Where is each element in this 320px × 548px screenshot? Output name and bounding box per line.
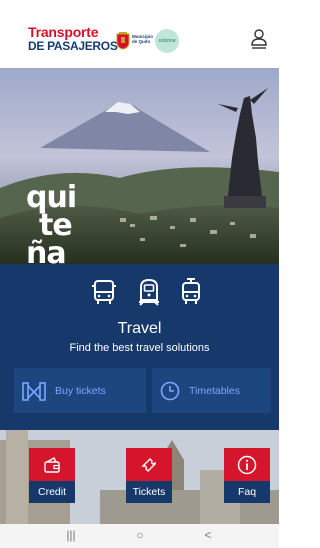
quito-crest-icon — [116, 32, 130, 50]
buy-tickets-label: Buy tickets — [55, 384, 106, 397]
ticket-icon — [141, 457, 156, 472]
faq-button[interactable]: Faq — [224, 448, 270, 503]
logo-line1: Transporte — [28, 24, 99, 40]
logo-line2: DE PASAJEROS — [28, 39, 118, 53]
solzone-logo: solzone — [155, 29, 179, 53]
clock-icon — [160, 381, 180, 400]
info-icon — [237, 455, 257, 474]
municipio-line2: de Quito — [132, 39, 151, 44]
system-navigation-bar: ||| ○ < — [0, 524, 279, 548]
travel-subtitle: Find the best travel solutions — [69, 342, 210, 354]
user-icon[interactable] — [250, 28, 268, 50]
recents-button[interactable]: ||| — [61, 528, 81, 542]
hero-banner: qui te ña — [0, 68, 279, 264]
trolleybus-icon[interactable] — [178, 278, 204, 306]
bus-icon[interactable] — [91, 278, 117, 306]
quitena-wordmark: qui te ña — [26, 183, 77, 265]
metro-icon[interactable] — [136, 278, 162, 306]
transporte-logo[interactable]: Transporte DE PASAJEROS — [28, 24, 118, 53]
tickets-label: Tickets — [126, 481, 172, 503]
timetables-label: Timetables — [189, 384, 240, 397]
tickets-button[interactable]: Tickets — [126, 448, 172, 503]
back-button[interactable]: < — [198, 528, 218, 542]
travel-title: Travel — [117, 320, 162, 337]
timetables-button[interactable]: Timetables — [152, 368, 271, 413]
app-header: Transporte DE PASAJEROS Municipio de Qui… — [0, 0, 279, 68]
turnstile-icon — [22, 381, 46, 401]
credit-button[interactable]: Credit — [29, 448, 75, 503]
buy-tickets-button[interactable]: Buy tickets — [14, 368, 146, 413]
home-button[interactable]: ○ — [130, 528, 150, 542]
municipio-logo: Municipio de Quito — [132, 34, 153, 44]
wallet-icon — [44, 456, 60, 473]
faq-label: Faq — [224, 481, 270, 503]
credit-label: Credit — [29, 481, 75, 503]
wordmark-line3: ña — [26, 236, 67, 265]
